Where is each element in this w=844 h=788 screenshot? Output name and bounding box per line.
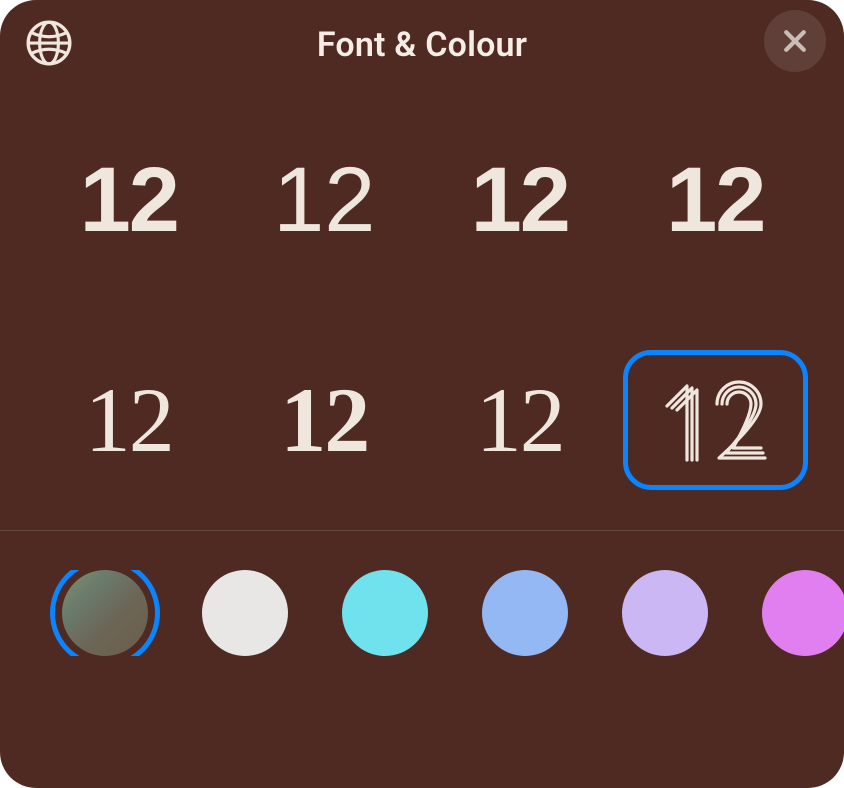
font-sample: 12 (666, 154, 764, 246)
font-option-sf-rounded[interactable]: 12 (427, 130, 613, 270)
colour-swatch-sky[interactable] (482, 570, 568, 656)
close-icon (780, 26, 810, 56)
colour-swatch-cyan[interactable] (342, 570, 428, 656)
font-colour-panel: Font & Colour 12 12 12 12 12 (0, 0, 844, 788)
font-grid: 12 12 12 12 12 12 12 (36, 130, 808, 490)
font-sample: 12 (85, 374, 173, 466)
close-button[interactable] (764, 10, 826, 72)
font-sample-outline-icon (645, 370, 785, 470)
colour-swatch-lavender[interactable] (622, 570, 708, 656)
colour-picker-row[interactable] (0, 570, 844, 656)
font-option-serif-soft[interactable]: 12 (427, 350, 613, 490)
panel-title: Font & Colour (317, 25, 527, 65)
font-option-serif-thin[interactable]: 12 (36, 350, 222, 490)
font-option-sf-heavy[interactable]: 12 (36, 130, 222, 270)
font-option-sf-light[interactable]: 12 (232, 130, 418, 270)
section-divider (0, 530, 844, 531)
font-option-stencil[interactable]: 12 (623, 130, 809, 270)
font-option-serif-bold[interactable]: 12 (232, 350, 418, 490)
colour-swatch-magenta[interactable] (762, 570, 844, 656)
colour-swatch-dynamic[interactable] (62, 570, 148, 656)
font-sample: 12 (280, 374, 368, 466)
globe-icon (24, 18, 74, 68)
font-sample: 12 (273, 154, 375, 246)
font-sample: 12 (471, 154, 569, 246)
language-globe-button[interactable] (22, 16, 76, 70)
font-option-outline[interactable] (623, 350, 809, 490)
font-sample: 12 (80, 154, 178, 246)
colour-swatch-white[interactable] (202, 570, 288, 656)
font-picker: 12 12 12 12 12 12 12 (0, 90, 844, 500)
panel-header: Font & Colour (0, 0, 844, 90)
font-sample: 12 (476, 374, 564, 466)
